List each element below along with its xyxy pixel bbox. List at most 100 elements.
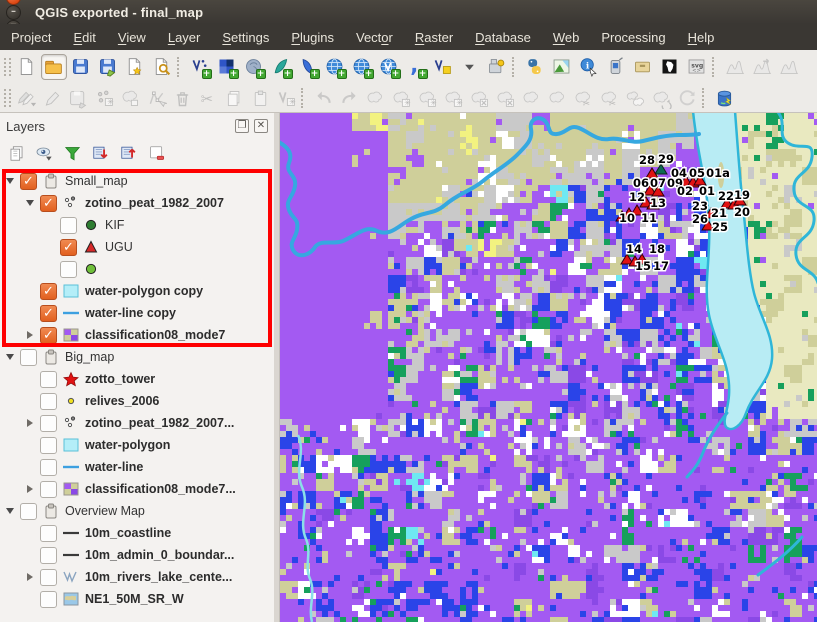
- toolbar-grip[interactable]: [4, 89, 11, 107]
- group-row-big-map[interactable]: Big_map: [0, 346, 274, 368]
- expander-closed-icon[interactable]: [23, 482, 37, 496]
- shapefile-dropdown-button[interactable]: [457, 54, 483, 80]
- menu-item-project[interactable]: Project: [0, 26, 62, 49]
- add-vector-layer-button[interactable]: +: [187, 54, 213, 80]
- add-wms-layer-button[interactable]: +: [322, 54, 348, 80]
- menu-item-raster[interactable]: Raster: [404, 26, 464, 49]
- layer-row-zotino-peat-1982-2007[interactable]: zotino_peat_1982_2007...: [0, 412, 274, 434]
- visibility-checkbox[interactable]: [40, 459, 57, 476]
- offline-editing-button[interactable]: [630, 54, 656, 80]
- manage-map-themes-button[interactable]: [32, 141, 56, 165]
- layer-row-classification08-mode7[interactable]: classification08_mode7...: [0, 478, 274, 500]
- menu-item-processing[interactable]: Processing: [590, 26, 676, 49]
- open-project-button[interactable]: [41, 54, 67, 80]
- close-panel-button[interactable]: ✕: [254, 119, 268, 133]
- menu-item-help[interactable]: Help: [677, 26, 726, 49]
- visibility-checkbox[interactable]: ✓: [40, 305, 57, 322]
- layer-row-zotino-peat-1982-2007[interactable]: ✓zotino_peat_1982_2007: [0, 192, 274, 214]
- new-project-button[interactable]: [14, 54, 40, 80]
- visibility-checkbox[interactable]: [20, 349, 37, 366]
- visibility-checkbox[interactable]: ✓: [40, 195, 57, 212]
- visibility-checkbox[interactable]: [40, 481, 57, 498]
- toolbar-grip[interactable]: [4, 58, 11, 76]
- expander-open-icon[interactable]: [3, 504, 17, 518]
- openlayers-plugin-button[interactable]: [549, 54, 575, 80]
- expander-closed-icon[interactable]: [23, 570, 37, 584]
- save-project-button[interactable]: [68, 54, 94, 80]
- layer-row-water-line[interactable]: water-line: [0, 456, 274, 478]
- db-manager-button[interactable]: [712, 86, 737, 110]
- menu-item-database[interactable]: Database: [464, 26, 542, 49]
- new-shapefile-layer-button[interactable]: [430, 54, 456, 80]
- float-panel-button[interactable]: ❐: [235, 119, 249, 133]
- visibility-checkbox[interactable]: [40, 415, 57, 432]
- filter-legend-button[interactable]: [60, 141, 84, 165]
- visibility-checkbox[interactable]: [40, 371, 57, 388]
- expander-open-icon[interactable]: [23, 196, 37, 210]
- collapse-all-button[interactable]: [116, 141, 140, 165]
- visibility-checkbox[interactable]: ✓: [60, 239, 77, 256]
- expander-open-icon[interactable]: [3, 350, 17, 364]
- add-raster-layer-button[interactable]: +: [214, 54, 240, 80]
- composer-manager-button[interactable]: [149, 54, 175, 80]
- menu-item-plugins[interactable]: Plugins: [280, 26, 345, 49]
- open-layer-styling-button[interactable]: [4, 141, 28, 165]
- group-row-small-map[interactable]: ✓Small_map: [0, 170, 274, 192]
- layer-row-classification08-mode7[interactable]: ✓classification08_mode7: [0, 324, 274, 346]
- layer-row-relives-2006[interactable]: relives_2006: [0, 390, 274, 412]
- menu-item-settings[interactable]: Settings: [211, 26, 280, 49]
- menu-item-view[interactable]: View: [107, 26, 157, 49]
- identify-features-button[interactable]: [576, 54, 602, 80]
- menu-item-layer[interactable]: Layer: [157, 26, 212, 49]
- menu-item-vector[interactable]: Vector: [345, 26, 404, 49]
- visibility-checkbox[interactable]: [40, 569, 57, 586]
- visibility-checkbox[interactable]: [60, 217, 77, 234]
- group-row-overview-map[interactable]: Overview Map: [0, 500, 274, 522]
- layer-row-water-line-copy[interactable]: ✓water-line copy: [0, 302, 274, 324]
- expander-open-icon[interactable]: [3, 174, 17, 188]
- add-oracle-georaster-button[interactable]: [484, 54, 510, 80]
- layer-row-10m-rivers-lake-cente[interactable]: 10m_rivers_lake_cente...: [0, 566, 274, 588]
- visibility-checkbox[interactable]: ✓: [20, 173, 37, 190]
- layer-row-zotto-tower[interactable]: zotto_tower: [0, 368, 274, 390]
- visibility-checkbox[interactable]: [40, 437, 57, 454]
- legend-row-kif[interactable]: KIF: [0, 214, 274, 236]
- layer-row-water-polygon[interactable]: water-polygon: [0, 434, 274, 456]
- legend-row-unnamed-legend[interactable]: [0, 258, 274, 280]
- legend-row-ugu[interactable]: ✓UGU: [0, 236, 274, 258]
- visibility-checkbox[interactable]: [40, 525, 57, 542]
- add-spatialite-layer-button[interactable]: +: [268, 54, 294, 80]
- add-wcs-layer-button[interactable]: +: [349, 54, 375, 80]
- africa-plugin-button[interactable]: [657, 54, 683, 80]
- expand-all-button[interactable]: [88, 141, 112, 165]
- gps-tools-button[interactable]: [603, 54, 629, 80]
- visibility-checkbox[interactable]: [40, 547, 57, 564]
- visibility-checkbox[interactable]: [60, 261, 77, 278]
- minimize-button[interactable]: –: [6, 5, 21, 20]
- visibility-checkbox[interactable]: ✓: [40, 327, 57, 344]
- svg-annotation-button[interactable]: [684, 54, 710, 80]
- python-console-button[interactable]: [522, 54, 548, 80]
- layer-row-ne1-50m-sr-w[interactable]: NE1_50M_SR_W: [0, 588, 274, 610]
- add-delimited-text-layer-button[interactable]: +: [403, 54, 429, 80]
- new-print-composer-button[interactable]: [122, 54, 148, 80]
- visibility-checkbox[interactable]: [40, 591, 57, 608]
- visibility-checkbox[interactable]: ✓: [40, 283, 57, 300]
- menu-item-web[interactable]: Web: [542, 26, 591, 49]
- add-postgis-layer-button[interactable]: +: [241, 54, 267, 80]
- visibility-checkbox[interactable]: [20, 503, 37, 520]
- remove-layer-button[interactable]: [144, 141, 168, 165]
- map-canvas[interactable]: 2829040501a06070902011213221923212010112…: [280, 113, 817, 622]
- expander-closed-icon[interactable]: [23, 416, 37, 430]
- close-button[interactable]: ×: [6, 0, 21, 5]
- save-project-as-button[interactable]: [95, 54, 121, 80]
- visibility-checkbox[interactable]: [40, 393, 57, 410]
- expander-closed-icon[interactable]: [23, 328, 37, 342]
- add-mssql-layer-button[interactable]: +: [295, 54, 321, 80]
- layer-row-10m-coastline[interactable]: 10m_coastline: [0, 522, 274, 544]
- offset-curve-button: [571, 86, 596, 110]
- add-wfs-layer-button[interactable]: +: [376, 54, 402, 80]
- layer-row-10m-admin-0-boundar[interactable]: 10m_admin_0_boundar...: [0, 544, 274, 566]
- menu-item-edit[interactable]: Edit: [62, 26, 106, 49]
- layer-row-water-polygon-copy[interactable]: ✓water-polygon copy: [0, 280, 274, 302]
